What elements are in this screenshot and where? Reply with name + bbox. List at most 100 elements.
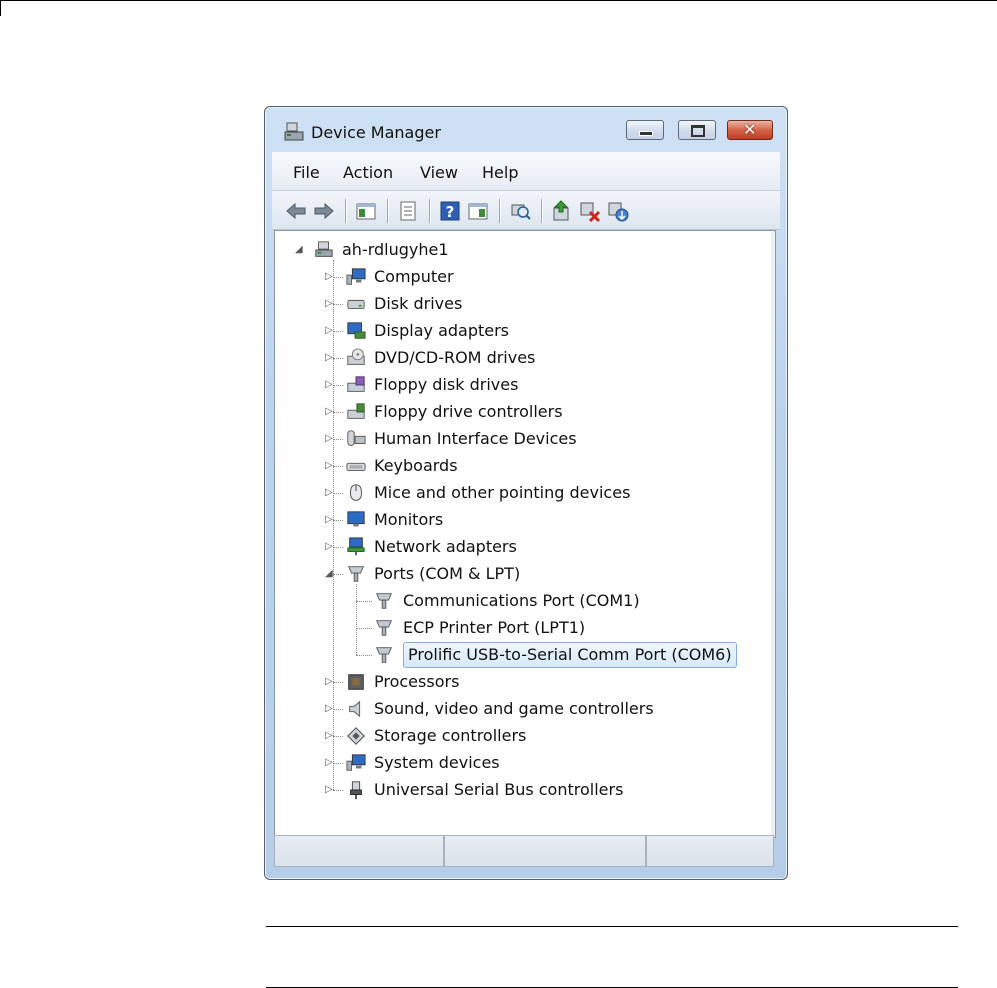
back-arrow-icon[interactable] xyxy=(285,200,307,222)
expand-arrow-icon[interactable]: ▷ xyxy=(325,379,333,390)
tree-connector xyxy=(356,655,372,656)
tree-node-label: Disk drives xyxy=(374,294,463,313)
expand-arrow-icon[interactable]: ▷ xyxy=(325,676,333,687)
show-hide-console-tree-icon[interactable] xyxy=(355,200,377,222)
expand-arrow-icon[interactable]: ▷ xyxy=(325,271,333,282)
expand-arrow-icon[interactable]: ▷ xyxy=(325,460,333,471)
tree-node-label: Network adapters xyxy=(374,537,517,556)
action-pane-icon[interactable] xyxy=(467,200,489,222)
tree-node-label: Display adapters xyxy=(374,321,510,340)
tree-node-label: Storage controllers xyxy=(374,726,527,745)
uninstall-device-icon[interactable] xyxy=(579,200,601,222)
tree-node-label: DVD/CD-ROM drives xyxy=(374,348,536,367)
help-icon[interactable]: ? xyxy=(439,200,461,222)
tree-connector xyxy=(333,709,343,710)
scan-hardware-icon[interactable] xyxy=(509,200,531,222)
expand-arrow-icon[interactable]: ▷ xyxy=(325,325,333,336)
tree-connector xyxy=(333,736,343,737)
tree-port[interactable]: Communications Port (COM1) xyxy=(275,589,771,613)
expand-arrow-icon[interactable]: ▷ xyxy=(325,352,333,363)
tree-port-selected[interactable]: Prolific USB-to-Serial Comm Port (COM6) xyxy=(275,642,771,668)
status-pane-3 xyxy=(646,835,774,867)
tree-port[interactable]: ECP Printer Port (LPT1) xyxy=(275,616,771,640)
floppy-drive-icon xyxy=(347,376,365,392)
menu-action[interactable]: Action xyxy=(343,163,393,182)
tree-connector xyxy=(333,520,343,521)
tree-category[interactable]: ▷ Universal Serial Bus controllers xyxy=(275,778,771,802)
tree-node-label: Computer xyxy=(374,267,454,286)
tree-category[interactable]: ▷ Mice and other pointing devices xyxy=(275,481,771,505)
processor-icon xyxy=(348,674,364,690)
expand-arrow-icon[interactable]: ▷ xyxy=(325,487,333,498)
tree-node-label: Floppy drive controllers xyxy=(374,402,563,421)
expand-arrow-icon[interactable]: ▷ xyxy=(325,784,333,795)
tree-category[interactable]: ▷ Network adapters xyxy=(275,535,771,559)
tree-node-label: ECP Printer Port (LPT1) xyxy=(403,618,586,637)
tree-connector xyxy=(333,304,343,305)
tree-node-label: System devices xyxy=(374,753,500,772)
expand-arrow-icon[interactable]: ▷ xyxy=(325,433,333,444)
disable-device-icon[interactable] xyxy=(607,200,629,222)
close-button[interactable]: ✕ xyxy=(727,120,773,140)
expand-arrow-icon[interactable]: ▷ xyxy=(325,514,333,525)
tree-category[interactable]: ▷ Keyboards xyxy=(275,454,771,478)
dvd-drive-icon xyxy=(347,348,365,365)
tree-connector xyxy=(333,331,343,332)
expand-arrow-icon[interactable]: ▷ xyxy=(325,298,333,309)
tree-category[interactable]: ▷ Floppy drive controllers xyxy=(275,400,771,424)
menu-file[interactable]: File xyxy=(293,163,320,182)
maximize-icon xyxy=(691,125,705,137)
collapse-arrow-icon[interactable]: ◢ xyxy=(325,568,333,579)
storage-controller-icon xyxy=(347,727,365,745)
minimize-button[interactable] xyxy=(626,120,664,140)
tree-root-node[interactable]: ◢ ah-rdlugyhe1 xyxy=(275,238,771,262)
status-pane-2 xyxy=(444,835,646,867)
hid-icon xyxy=(347,430,366,446)
toolbar-separator xyxy=(499,199,501,223)
expand-arrow-icon[interactable]: ▷ xyxy=(325,703,333,714)
menu-help[interactable]: Help xyxy=(482,163,518,182)
tree-category[interactable]: ▷ Storage controllers xyxy=(275,724,771,748)
tree-connector xyxy=(333,790,343,791)
expand-arrow-icon[interactable]: ▷ xyxy=(325,757,333,768)
forward-arrow-icon[interactable] xyxy=(313,200,335,222)
tree-category[interactable]: ▷ Computer xyxy=(275,265,771,289)
maximize-button[interactable] xyxy=(678,120,716,140)
tree-category[interactable]: ▷ Human Interface Devices xyxy=(275,427,771,451)
tree-connector xyxy=(333,358,343,359)
properties-icon[interactable] xyxy=(397,200,419,222)
serial-port-icon xyxy=(376,620,392,636)
expand-arrow-icon[interactable]: ▷ xyxy=(325,730,333,741)
tree-node-label: Ports (COM & LPT) xyxy=(374,564,521,583)
toolbar: ? xyxy=(272,191,780,230)
tree-connector xyxy=(333,763,343,764)
tree-category[interactable]: ▷ Processors xyxy=(275,670,771,694)
toolbar-separator xyxy=(387,199,389,223)
collapse-arrow-icon[interactable]: ◢ xyxy=(295,244,303,255)
menu-bar: File Action View Help xyxy=(272,152,780,191)
tree-scroll-strip xyxy=(771,231,775,837)
update-driver-icon[interactable] xyxy=(551,200,573,222)
close-icon: ✕ xyxy=(743,120,757,139)
tree-category[interactable]: ▷ Display adapters xyxy=(275,319,771,343)
tree-category[interactable]: ◢ Ports (COM & LPT) xyxy=(275,562,771,586)
tree-category[interactable]: ▷ DVD/CD-ROM drives xyxy=(275,346,771,370)
floppy-controller-icon xyxy=(347,403,365,419)
tree-category[interactable]: ▷ Monitors xyxy=(275,508,771,532)
tree-connector xyxy=(356,628,372,629)
expand-arrow-icon[interactable]: ▷ xyxy=(325,406,333,417)
device-tree[interactable]: ◢ ah-rdlugyhe1 ▷ Computer ▷ Disk drives ▷ Displ… xyxy=(274,230,776,838)
toolbar-separator xyxy=(429,199,431,223)
serial-port-icon xyxy=(376,647,392,663)
expand-arrow-icon[interactable]: ▷ xyxy=(325,541,333,552)
tree-connector xyxy=(333,412,343,413)
tree-category[interactable]: ▷ Sound, video and game controllers xyxy=(275,697,771,721)
tree-category[interactable]: ▷ System devices xyxy=(275,751,771,775)
tree-connector xyxy=(333,493,343,494)
tree-connector xyxy=(333,385,343,386)
title-bar[interactable]: Device Manager ✕ xyxy=(265,107,787,151)
menu-view[interactable]: View xyxy=(420,163,458,182)
tree-category[interactable]: ▷ Floppy disk drives xyxy=(275,373,771,397)
tree-node-label: ah-rdlugyhe1 xyxy=(342,240,449,259)
tree-category[interactable]: ▷ Disk drives xyxy=(275,292,771,316)
